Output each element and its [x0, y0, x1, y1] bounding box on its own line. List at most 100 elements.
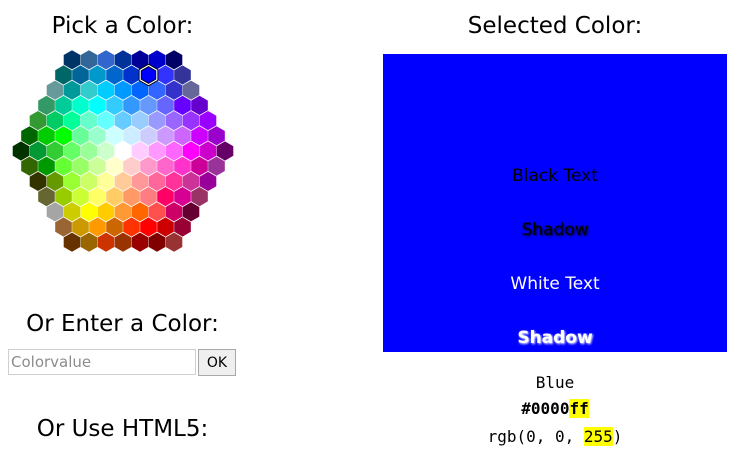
color-swatch[interactable]	[174, 95, 191, 115]
color-swatch[interactable]	[80, 232, 98, 252]
color-swatch[interactable]	[89, 65, 106, 85]
color-swatch[interactable]	[55, 187, 72, 207]
color-swatch[interactable]	[140, 156, 157, 176]
color-swatch[interactable]	[174, 65, 191, 85]
color-swatch[interactable]	[46, 202, 64, 222]
color-swatch[interactable]	[106, 187, 123, 207]
color-swatch[interactable]	[114, 202, 132, 222]
color-swatch[interactable]	[157, 187, 174, 207]
color-swatch[interactable]	[80, 80, 98, 100]
color-swatch[interactable]	[182, 171, 200, 191]
color-swatch[interactable]	[216, 141, 234, 161]
color-swatch[interactable]	[80, 202, 98, 222]
color-swatch[interactable]	[89, 187, 106, 207]
color-swatch[interactable]	[165, 232, 183, 252]
color-swatch[interactable]	[46, 141, 64, 161]
color-swatch[interactable]	[165, 111, 183, 131]
color-swatch[interactable]	[148, 171, 166, 191]
color-swatch[interactable]	[38, 156, 55, 176]
color-swatch[interactable]	[106, 156, 123, 176]
color-swatch[interactable]	[165, 50, 183, 70]
color-swatch[interactable]	[55, 217, 72, 237]
color-swatch[interactable]	[208, 156, 225, 176]
color-swatch[interactable]	[123, 95, 140, 115]
color-swatch[interactable]	[80, 141, 98, 161]
color-swatch[interactable]	[97, 171, 115, 191]
color-swatch[interactable]	[174, 217, 191, 237]
color-swatch[interactable]	[199, 171, 217, 191]
color-swatch[interactable]	[80, 50, 98, 70]
color-swatch[interactable]	[131, 111, 149, 131]
color-swatch[interactable]	[55, 126, 72, 146]
color-swatch[interactable]	[191, 126, 208, 146]
color-swatch[interactable]	[97, 111, 115, 131]
color-swatch[interactable]	[89, 217, 106, 237]
color-swatch[interactable]	[114, 50, 132, 70]
color-swatch[interactable]	[12, 141, 30, 161]
color-swatch[interactable]	[157, 217, 174, 237]
color-swatch[interactable]	[199, 141, 217, 161]
color-swatch[interactable]	[157, 126, 174, 146]
color-swatch[interactable]	[208, 126, 225, 146]
ok-button[interactable]: OK	[198, 349, 236, 376]
color-swatch[interactable]	[182, 141, 200, 161]
color-swatch[interactable]	[63, 232, 81, 252]
color-swatch[interactable]	[55, 65, 72, 85]
color-swatch[interactable]	[21, 126, 38, 146]
color-swatch[interactable]	[46, 111, 64, 131]
color-swatch[interactable]	[63, 80, 81, 100]
color-swatch[interactable]	[123, 217, 140, 237]
color-swatch[interactable]	[114, 232, 132, 252]
color-swatch[interactable]	[89, 95, 106, 115]
color-swatch[interactable]	[123, 126, 140, 146]
color-swatch[interactable]	[55, 95, 72, 115]
color-swatch[interactable]	[165, 202, 183, 222]
color-swatch[interactable]	[29, 171, 47, 191]
color-swatch[interactable]	[106, 126, 123, 146]
color-swatch[interactable]	[97, 141, 115, 161]
color-swatch[interactable]	[63, 171, 81, 191]
color-swatch[interactable]	[165, 171, 183, 191]
color-swatch[interactable]	[114, 141, 132, 161]
color-swatch[interactable]	[182, 111, 200, 131]
color-swatch[interactable]	[38, 95, 55, 115]
color-swatch[interactable]	[55, 156, 72, 176]
color-swatch[interactable]	[157, 156, 174, 176]
color-swatch[interactable]	[123, 65, 140, 85]
color-swatch[interactable]	[72, 156, 89, 176]
color-swatch[interactable]	[191, 187, 208, 207]
color-swatch[interactable]	[89, 126, 106, 146]
color-swatch[interactable]	[131, 202, 149, 222]
color-swatch[interactable]	[182, 202, 200, 222]
color-swatch[interactable]	[140, 126, 157, 146]
color-swatch[interactable]	[63, 111, 81, 131]
color-swatch[interactable]	[38, 187, 55, 207]
color-swatch[interactable]	[148, 202, 166, 222]
color-swatch[interactable]	[80, 171, 98, 191]
color-swatch[interactable]	[106, 95, 123, 115]
color-swatch[interactable]	[191, 156, 208, 176]
color-swatch[interactable]	[72, 65, 89, 85]
color-swatch[interactable]	[46, 80, 64, 100]
color-value-input[interactable]	[8, 349, 196, 375]
color-swatch[interactable]	[123, 156, 140, 176]
color-swatch[interactable]	[174, 187, 191, 207]
color-swatch[interactable]	[97, 202, 115, 222]
color-swatch[interactable]	[89, 156, 106, 176]
color-swatch[interactable]	[157, 95, 174, 115]
color-swatch[interactable]	[72, 126, 89, 146]
color-swatch[interactable]	[157, 65, 174, 85]
color-swatch[interactable]	[165, 80, 183, 100]
color-swatch[interactable]	[29, 141, 47, 161]
color-swatch[interactable]	[174, 156, 191, 176]
color-swatch[interactable]	[38, 126, 55, 146]
color-swatch[interactable]	[114, 171, 132, 191]
color-swatch[interactable]	[131, 171, 149, 191]
color-swatch[interactable]	[72, 217, 89, 237]
color-swatch[interactable]	[114, 111, 132, 131]
color-swatch[interactable]	[21, 156, 38, 176]
color-swatch[interactable]	[140, 187, 157, 207]
color-swatch[interactable]	[199, 111, 217, 131]
color-swatch[interactable]	[148, 111, 166, 131]
color-swatch[interactable]	[72, 187, 89, 207]
